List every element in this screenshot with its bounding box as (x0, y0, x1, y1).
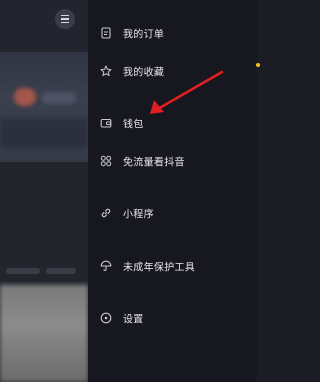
menu-item-free-data[interactable]: 免流量看抖音 (88, 148, 257, 174)
background-lower (0, 162, 88, 282)
background-tab (46, 268, 76, 274)
background-thumbnail (0, 285, 88, 382)
wallet-icon (100, 117, 112, 129)
menu-item-orders[interactable]: 我的订单 (88, 20, 257, 46)
menu-item-label: 免流量看抖音 (123, 157, 185, 169)
menu-item-settings[interactable]: 设置 (88, 305, 257, 331)
background-text (42, 92, 76, 104)
menu-item-label: 小程序 (123, 209, 154, 221)
menu-item-label: 设置 (123, 314, 144, 326)
menu-item-label: 未成年保护工具 (123, 262, 196, 274)
background-content (0, 118, 88, 148)
order-icon (100, 27, 112, 39)
background-avatar (14, 88, 36, 106)
background-page[interactable] (0, 0, 88, 382)
menu-icon[interactable] (55, 9, 75, 29)
side-drawer: 我的订单 我的收藏 钱包 免流量看抖音 小程序 未成年保护工具 设置 (88, 0, 260, 382)
star-icon (100, 65, 112, 77)
menu-item-label: 我的订单 (123, 29, 165, 41)
background-header (0, 0, 88, 52)
notification-dot (256, 63, 260, 67)
background-tab (6, 268, 40, 274)
menu-item-mini-programs[interactable]: 小程序 (88, 200, 257, 226)
umbrella-icon (100, 260, 112, 272)
settings-icon (100, 312, 112, 324)
menu-item-minor-protection[interactable]: 未成年保护工具 (88, 253, 257, 279)
link-icon (100, 207, 112, 219)
grid-icon (100, 155, 112, 167)
annotation-arrow (150, 70, 224, 114)
